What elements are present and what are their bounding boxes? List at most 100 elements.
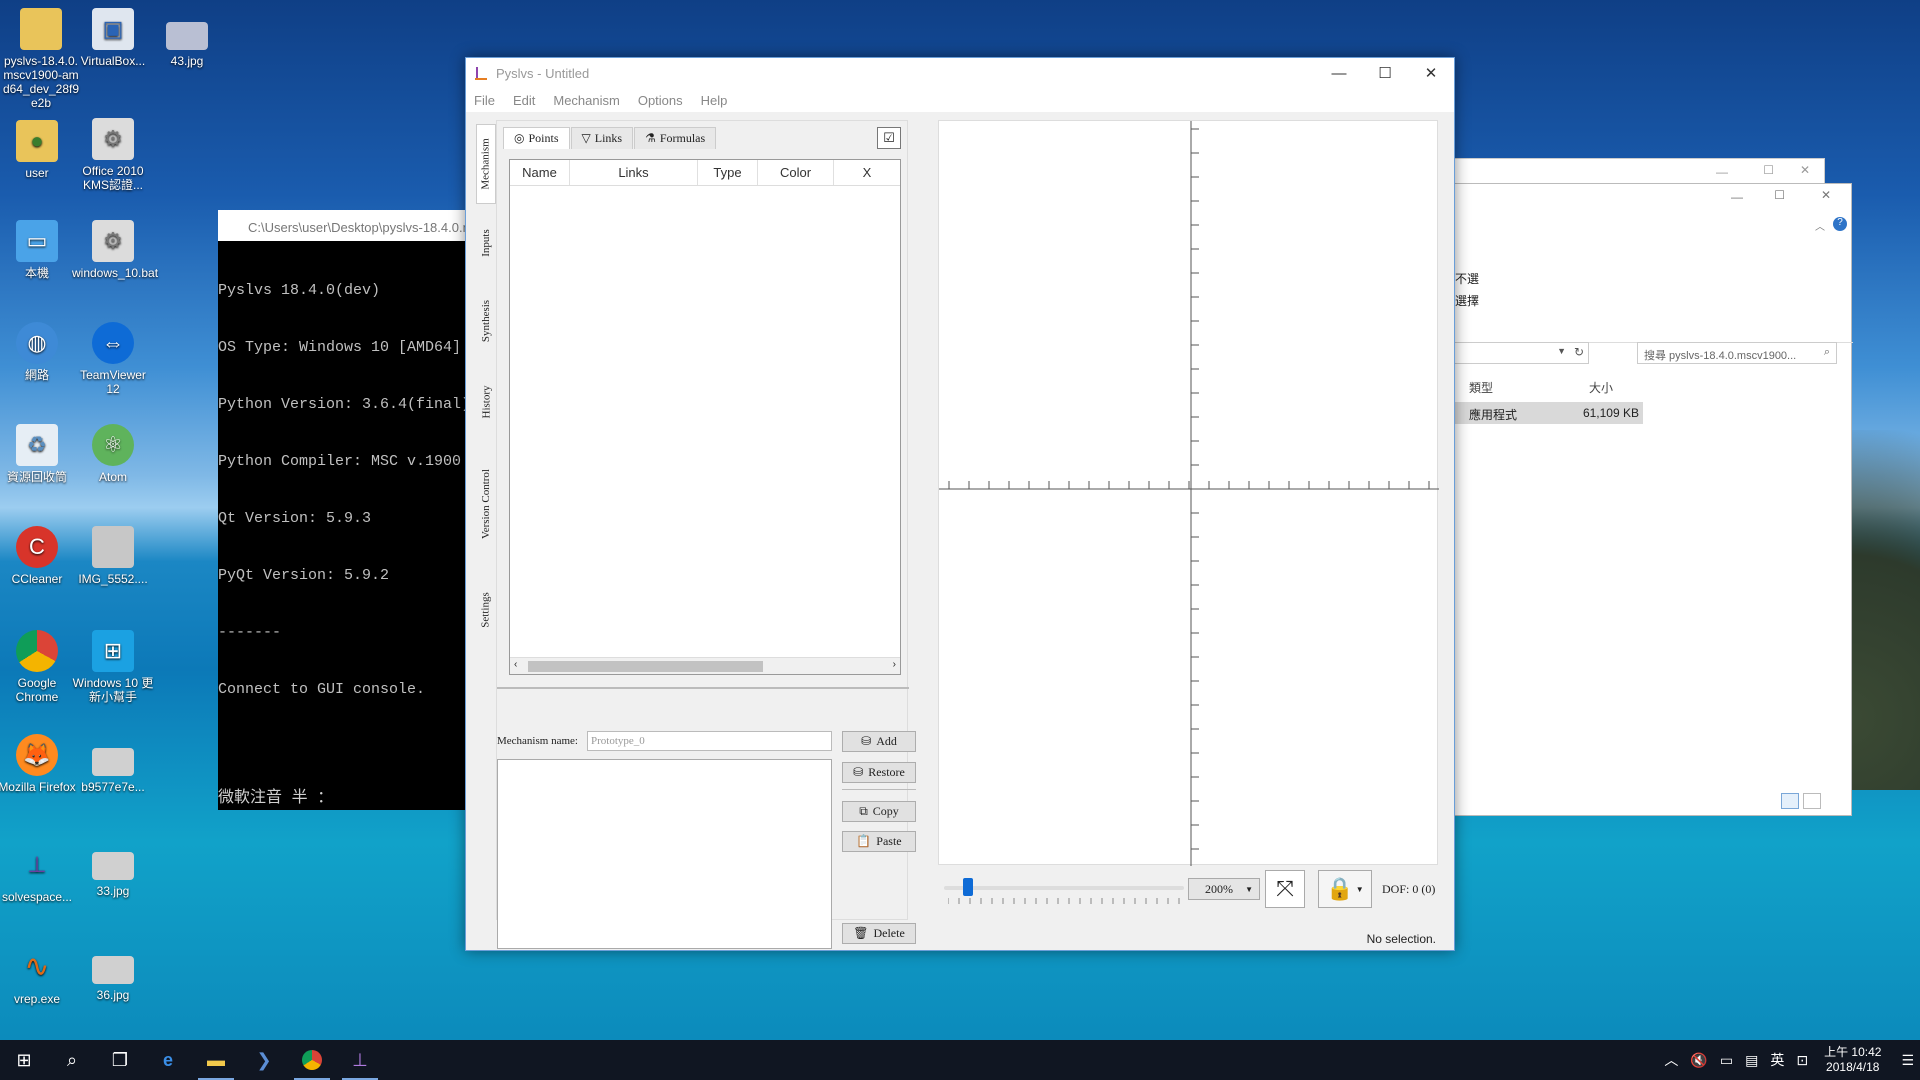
- desktop-icon-this-pc[interactable]: ▭ 本機: [0, 220, 78, 280]
- search-button[interactable]: ⌕: [48, 1040, 96, 1080]
- help-icon[interactable]: ?: [1833, 217, 1847, 231]
- desktop-icon-ccleaner[interactable]: C CCleaner: [0, 526, 78, 586]
- clock[interactable]: 上午 10:42 2018/4/18: [1824, 1045, 1881, 1075]
- menu-help[interactable]: Help: [701, 93, 728, 108]
- column-x[interactable]: X: [834, 160, 900, 185]
- tiles-view-icon[interactable]: [1803, 793, 1821, 809]
- vrep-icon: ∿: [24, 950, 50, 983]
- menu-mechanism[interactable]: Mechanism: [553, 93, 619, 108]
- add-button[interactable]: ⛁ Add: [842, 731, 916, 752]
- desktop-icon-img5552[interactable]: IMG_5552....: [72, 526, 154, 586]
- taskbar-explorer[interactable]: ▬: [192, 1040, 240, 1080]
- address-bar[interactable]: ▼ ↻: [1441, 342, 1589, 364]
- maximize-icon[interactable]: ☐: [1763, 163, 1774, 177]
- column-links[interactable]: Links: [570, 160, 698, 185]
- desktop-icon-office-kms[interactable]: ⚙ Office 2010 KMS認證...: [72, 118, 154, 192]
- maximize-icon[interactable]: ☐: [1774, 188, 1785, 202]
- lock-button[interactable]: 🔒 ▼: [1318, 870, 1372, 908]
- taskbar-pyslvs[interactable]: ⊥: [336, 1040, 384, 1080]
- scroll-right-icon[interactable]: ›: [893, 659, 896, 670]
- menu-options[interactable]: Options: [638, 93, 683, 108]
- desktop-icon-vrep[interactable]: ∿ vrep.exe: [0, 946, 78, 1007]
- details-view-icon[interactable]: [1781, 793, 1799, 809]
- taskbar-edge[interactable]: e: [144, 1040, 192, 1080]
- message-icon[interactable]: ▤: [1745, 1052, 1758, 1069]
- menu-file[interactable]: File: [474, 93, 495, 108]
- refresh-icon[interactable]: ↻: [1574, 345, 1584, 359]
- desktop-icon-virtualbox[interactable]: ▣ VirtualBox...: [72, 8, 154, 68]
- column-name[interactable]: Name: [510, 160, 570, 185]
- side-tab-history[interactable]: History: [476, 366, 496, 438]
- desktop-icon-b9577[interactable]: b9577e7e...: [72, 748, 154, 794]
- close-icon[interactable]: ✕: [1821, 188, 1831, 202]
- chevron-up-icon[interactable]: ︿: [1664, 1050, 1678, 1070]
- mechanism-name-input[interactable]: Prototype_0: [587, 731, 832, 751]
- ime-icon[interactable]: ⊡: [1796, 1052, 1808, 1069]
- console-title: C:\Users\user\Desktop\pyslvs-18.4.0.m: [218, 210, 465, 241]
- zoom-select[interactable]: 200% ▼: [1188, 878, 1260, 900]
- drawing-canvas[interactable]: [938, 120, 1439, 866]
- task-view-button[interactable]: ❐: [96, 1040, 144, 1080]
- desktop-icon-43jpg[interactable]: 43.jpg: [146, 22, 228, 68]
- side-tab-mechanism[interactable]: Mechanism: [476, 124, 496, 204]
- desktop-icon-recycle-bin[interactable]: ♻ 資源回收筒: [0, 424, 78, 484]
- side-tab-inputs[interactable]: Inputs: [476, 208, 496, 278]
- desktop-icon-chrome[interactable]: Google Chrome: [0, 630, 78, 704]
- select-mode-button[interactable]: ☑: [877, 127, 901, 149]
- mechanism-list[interactable]: [497, 759, 832, 949]
- splitter[interactable]: [497, 687, 909, 689]
- desktop-icon-win10-update[interactable]: ⊞ Windows 10 更新小幫手: [72, 630, 154, 704]
- taskbar-powershell[interactable]: ❯: [240, 1040, 288, 1080]
- search-input[interactable]: 搜尋 pyslvs-18.4.0.mscv1900... ⌕: [1637, 342, 1837, 364]
- points-table[interactable]: Name Links Type Color X ‹ ›: [509, 159, 901, 675]
- notifications-icon[interactable]: ☰: [1901, 1052, 1914, 1069]
- ime-language[interactable]: 英: [1770, 1050, 1784, 1070]
- zoom-slider[interactable]: [944, 878, 1184, 896]
- zoom-slider-handle[interactable]: [963, 878, 973, 896]
- horizontal-scrollbar[interactable]: ‹ ›: [510, 657, 900, 674]
- desktop-icon-teamviewer[interactable]: ⇔ TeamViewer 12: [72, 322, 154, 396]
- zoom-to-fit-button[interactable]: ⤧: [1265, 870, 1305, 908]
- network-icon: ◍: [16, 322, 58, 364]
- file-row[interactable]: 應用程式 61,109 KB: [1441, 402, 1643, 424]
- scroll-left-icon[interactable]: ‹: [514, 659, 517, 670]
- minimize-icon[interactable]: —: [1716, 165, 1728, 179]
- desktop-icon-33jpg[interactable]: 33.jpg: [72, 852, 154, 898]
- desktop-icon-solvespace[interactable]: ⊥ solvespace...: [0, 844, 78, 905]
- taskbar-chrome[interactable]: [288, 1040, 336, 1080]
- restore-button[interactable]: ⛁ Restore: [842, 762, 916, 783]
- desktop-icon-user[interactable]: ● user: [0, 120, 78, 180]
- explorer-window[interactable]: — ☐ ✕ ︿ ? 選 部不選 向選擇 取 ▼ ↻ 搜尋 pyslvs-18.4…: [1440, 183, 1853, 816]
- desktop-icon-windows-bat[interactable]: ⚙ windows_10.bat: [72, 220, 158, 280]
- folder-icon: ▬: [207, 1049, 225, 1070]
- tab-points[interactable]: ◎ Points: [503, 127, 570, 149]
- menu-edit[interactable]: Edit: [513, 93, 535, 108]
- paste-button[interactable]: 📋 Paste: [842, 831, 916, 852]
- side-tab-synthesis[interactable]: Synthesis: [476, 282, 496, 360]
- copy-button[interactable]: ⧉ Copy: [842, 801, 916, 822]
- chevron-up-icon[interactable]: ︿: [1815, 218, 1825, 233]
- column-type[interactable]: Type: [698, 160, 758, 185]
- minimize-icon[interactable]: —: [1731, 190, 1743, 204]
- minimize-button[interactable]: —: [1316, 58, 1362, 88]
- volume-mute-icon[interactable]: 🔇: [1690, 1052, 1707, 1069]
- console-window[interactable]: C:\Users\user\Desktop\pyslvs-18.4.0.m Py…: [218, 210, 488, 810]
- desktop-icon-atom[interactable]: ⚛ Atom: [72, 424, 154, 484]
- start-button[interactable]: ⊞: [0, 1040, 48, 1080]
- close-icon[interactable]: ✕: [1800, 163, 1810, 177]
- tab-formulas[interactable]: ⚗ Formulas: [634, 127, 717, 149]
- desktop-icon-firefox[interactable]: 🦊 Mozilla Firefox: [0, 734, 78, 794]
- side-tab-settings[interactable]: Settings: [476, 570, 496, 650]
- pyslvs-window[interactable]: Pyslvs - Untitled — ☐ ✕ File Edit Mechan…: [465, 57, 1455, 951]
- tab-links[interactable]: ▽ Links: [570, 127, 634, 149]
- scrollbar-thumb[interactable]: [528, 661, 763, 672]
- desktop-icon-36jpg[interactable]: 36.jpg: [72, 956, 154, 1002]
- maximize-button[interactable]: ☐: [1362, 58, 1408, 88]
- desktop-icon-pyslvs-folder[interactable]: pyslvs-18.4.0.mscv1900-amd64_dev_28f9e2b: [0, 8, 82, 110]
- chevron-down-icon[interactable]: ▼: [1557, 346, 1566, 356]
- network-icon[interactable]: ▭: [1720, 1052, 1733, 1069]
- column-color[interactable]: Color: [758, 160, 834, 185]
- side-tab-version-control[interactable]: Version Control: [476, 444, 496, 564]
- desktop-icon-network[interactable]: ◍ 網路: [0, 322, 78, 382]
- close-button[interactable]: ✕: [1408, 58, 1454, 88]
